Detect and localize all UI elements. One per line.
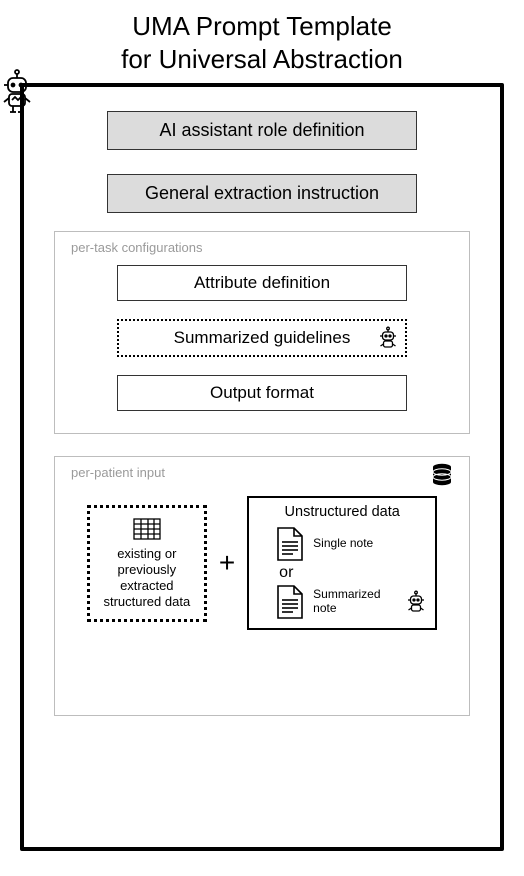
unstructured-data-box: Unstructured data Single note or Summari… [247, 496, 437, 630]
output-format-box: Output format [117, 375, 407, 411]
database-icon [431, 463, 453, 487]
robot-icon [377, 326, 399, 350]
title-line2: for Universal Abstraction [20, 43, 504, 76]
document-icon [275, 584, 305, 620]
structured-data-box: existing or previously extracted structu… [87, 505, 207, 622]
template-frame: AI assistant role definition General ext… [20, 83, 504, 851]
title-line1: UMA Prompt Template [20, 10, 504, 43]
attribute-definition-box: Attribute definition [117, 265, 407, 301]
summarized-guidelines-text: Summarized guidelines [174, 328, 351, 347]
grid-icon [98, 518, 196, 540]
summarized-note-row: Summarized note [275, 584, 425, 620]
structured-data-text: existing or previously extracted structu… [98, 546, 196, 611]
single-note-row: Single note [275, 526, 425, 562]
diagram-title: UMA Prompt Template for Universal Abstra… [20, 10, 504, 75]
plus-symbol: + [217, 547, 237, 579]
role-definition-box: AI assistant role definition [107, 111, 417, 150]
unstructured-title: Unstructured data [259, 504, 425, 520]
single-note-label: Single note [313, 537, 385, 551]
per-patient-label: per-patient input [71, 465, 165, 480]
summarized-note-label: Summarized note [313, 588, 385, 616]
per-task-section: per-task configurations Attribute defini… [54, 231, 470, 434]
per-task-label: per-task configurations [71, 240, 453, 255]
robot-icon [405, 590, 427, 614]
summarized-guidelines-box: Summarized guidelines [117, 319, 407, 357]
document-icon [275, 526, 305, 562]
per-patient-section: per-patient input existing or previously… [54, 456, 470, 716]
or-text: or [279, 564, 425, 582]
extraction-instruction-box: General extraction instruction [107, 174, 417, 213]
